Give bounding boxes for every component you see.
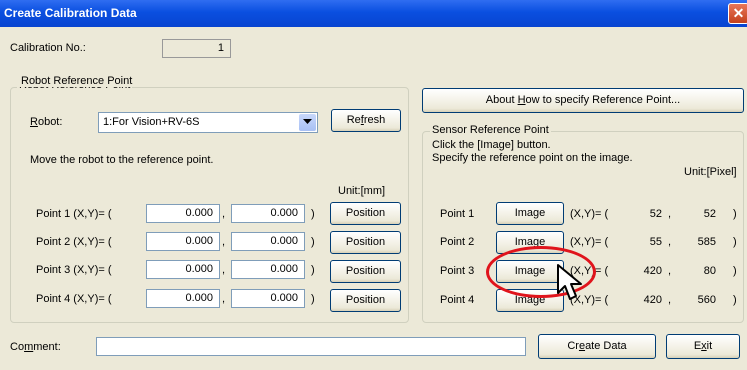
robot-point-x-field[interactable]: 0.000: [146, 289, 220, 308]
comment-input[interactable]: [96, 337, 526, 356]
sensor-point-x: 420: [643, 294, 662, 306]
sensor-point-label: Point 1: [440, 208, 475, 220]
close-paren: ): [733, 265, 737, 277]
sensor-point-x: 55: [649, 236, 662, 248]
position-button[interactable]: Position: [330, 231, 401, 254]
robot-point-x-field[interactable]: 0.000: [146, 232, 220, 251]
sensor-point-y: 52: [703, 208, 716, 220]
sensor-point-x: 52: [649, 208, 662, 220]
position-button[interactable]: Position: [330, 202, 401, 225]
sensor-point-y: 585: [697, 236, 716, 248]
sensor-point-x: 420: [643, 265, 662, 277]
exit-button[interactable]: Exit: [666, 334, 740, 359]
robot-label: Robot:: [30, 116, 63, 128]
close-paren: ): [311, 293, 315, 305]
sensor-coord-label: (X,Y)= (: [570, 208, 609, 220]
robot-point-label: Point 4 (X,Y)= (: [36, 293, 112, 305]
separator: ,: [668, 208, 672, 220]
close-paren: ): [311, 208, 315, 220]
refresh-button[interactable]: Refresh: [331, 109, 401, 132]
robot-unit-label: Unit:[mm]: [338, 185, 386, 197]
comma-separator: ,: [222, 293, 226, 305]
separator: ,: [668, 236, 672, 248]
about-reference-point-button[interactable]: About How to specify Reference Point...: [422, 88, 744, 113]
close-paren: ): [733, 236, 737, 248]
chevron-down-icon[interactable]: [299, 114, 316, 131]
sensor-instruction-2: Specify the reference point on the image…: [432, 152, 633, 164]
sensor-point-label: Point 3: [440, 265, 475, 277]
robot-point-label: Point 3 (X,Y)= (: [36, 264, 112, 276]
robot-point-y-field[interactable]: 0.000: [231, 204, 305, 223]
create-data-button[interactable]: Create Data: [538, 334, 656, 359]
separator: ,: [668, 294, 672, 306]
robot-point-label: Point 2 (X,Y)= (: [36, 236, 112, 248]
position-button[interactable]: Position: [330, 260, 401, 283]
calibration-no-label: Calibration No.:: [10, 42, 86, 54]
mouse-pointer-icon: [557, 264, 582, 300]
comma-separator: ,: [222, 264, 226, 276]
sensor-instruction-1: Click the [Image] button.: [432, 139, 551, 151]
robot-point-y-field[interactable]: 0.000: [231, 260, 305, 279]
robot-point-y-field[interactable]: 0.000: [231, 232, 305, 251]
close-paren: ): [311, 236, 315, 248]
window-title: Create Calibration Data: [4, 6, 137, 20]
sensor-unit-label: Unit:[Pixel]: [684, 166, 737, 178]
robot-point-x-field[interactable]: 0.000: [146, 204, 220, 223]
close-button[interactable]: ✕: [728, 3, 747, 24]
separator: ,: [668, 265, 672, 277]
robot-point-x-field[interactable]: 0.000: [146, 260, 220, 279]
robot-point-y-field[interactable]: 0.000: [231, 289, 305, 308]
sensor-coord-label: (X,Y)= (: [570, 236, 609, 248]
image-button[interactable]: Image: [496, 202, 564, 225]
robot-select[interactable]: 1:For Vision+RV-6S: [98, 112, 318, 133]
sensor-point-label: Point 2: [440, 236, 475, 248]
title-bar: Create Calibration Data: [0, 0, 747, 27]
sensor-point-y: 560: [697, 294, 716, 306]
close-paren: ): [311, 264, 315, 276]
comma-separator: ,: [222, 236, 226, 248]
sensor-point-label: Point 4: [440, 294, 475, 306]
position-button[interactable]: Position: [330, 289, 401, 312]
calibration-dialog: Create Calibration Data ✕ Calibration No…: [0, 0, 747, 370]
robot-instruction: Move the robot to the reference point.: [30, 154, 214, 166]
sensor-reference-title: Sensor Reference Point: [430, 124, 551, 136]
robot-point-label: Point 1 (X,Y)= (: [36, 208, 112, 220]
comma-separator: ,: [222, 208, 226, 220]
comment-label: Comment:: [10, 341, 61, 353]
close-paren: ): [733, 208, 737, 220]
calibration-no-field: 1: [162, 39, 231, 58]
robot-reference-title-label: Robot Reference Point: [19, 75, 135, 87]
robot-select-value: 1:For Vision+RV-6S: [103, 116, 200, 128]
close-paren: ): [733, 294, 737, 306]
sensor-point-y: 80: [703, 265, 716, 277]
